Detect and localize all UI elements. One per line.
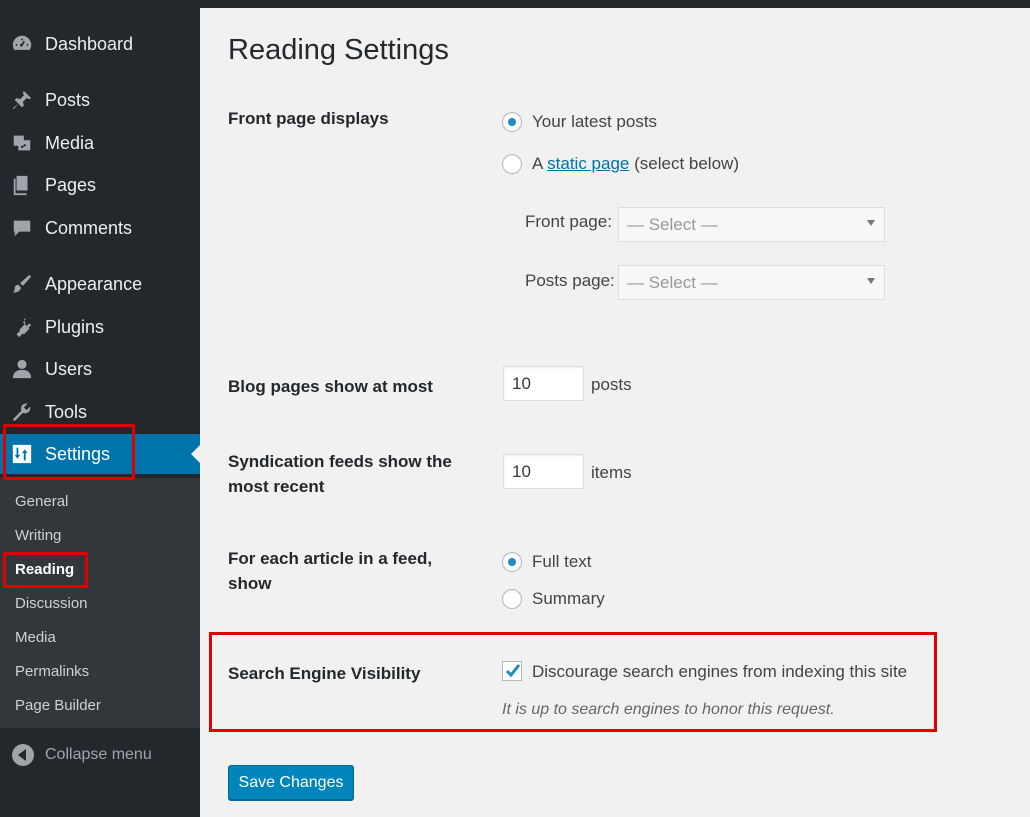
collapse-icon <box>12 744 34 766</box>
sidebar-item-posts[interactable]: Posts <box>0 80 200 120</box>
sidebar-item-users[interactable]: Users <box>0 349 200 389</box>
static-suffix: (select below) <box>634 154 739 173</box>
collapse-menu-label: Collapse menu <box>45 746 152 763</box>
submenu-item-media[interactable]: Media <box>15 628 56 648</box>
static-page-link[interactable]: static page <box>547 154 629 173</box>
sidebar-item-dashboard[interactable]: Dashboard <box>0 24 200 64</box>
radio-latest-posts[interactable] <box>502 112 522 132</box>
pin-icon <box>10 88 34 112</box>
search-engine-description: It is up to search engines to honor this… <box>502 701 835 718</box>
posts-page-select[interactable]: — Select — <box>618 265 885 300</box>
user-icon <box>10 357 34 381</box>
admin-bar-strip <box>200 0 1030 8</box>
submenu-item-general[interactable]: General <box>15 492 68 512</box>
sidebar-item-comments[interactable]: Comments <box>0 208 200 248</box>
chevron-down-icon <box>867 278 875 284</box>
chevron-down-icon <box>867 220 875 226</box>
sidebar-item-tools[interactable]: Tools <box>0 392 200 432</box>
front-page-select-label: Front page: <box>525 212 612 231</box>
sidebar-item-label: Appearance <box>45 273 143 294</box>
static-prefix: A <box>532 154 543 173</box>
sidebar-item-label: Plugins <box>45 316 105 337</box>
blog-pages-label: Blog pages show at most <box>228 377 433 396</box>
sidebar-item-media[interactable]: Media <box>0 123 200 163</box>
wrench-icon <box>10 400 34 424</box>
sidebar-item-label: Media <box>45 132 95 153</box>
sidebar-item-appearance[interactable]: Appearance <box>0 264 200 304</box>
sidebar-item-label: Dashboard <box>45 33 134 54</box>
sidebar-item-settings[interactable]: Settings <box>0 434 200 474</box>
syndication-label: Syndication feeds show the most recent <box>228 452 452 496</box>
page-title: Reading Settings <box>228 34 449 66</box>
sidebar-item-label: Posts <box>45 89 91 110</box>
current-menu-arrow <box>191 445 200 463</box>
radio-full-text-label[interactable]: Full text <box>532 551 592 573</box>
sidebar-item-label: Settings <box>45 443 111 464</box>
comment-icon <box>10 216 34 240</box>
brush-icon <box>10 272 34 296</box>
sidebar-item-pages[interactable]: Pages <box>0 165 200 205</box>
discourage-search-checkbox[interactable] <box>502 661 522 681</box>
sidebar-item-label: Pages <box>45 174 97 195</box>
sidebar-item-label: Users <box>45 358 93 379</box>
posts-page-select-label: Posts page: <box>525 271 615 290</box>
sidebar-item-label: Tools <box>45 401 88 422</box>
checkmark-icon <box>505 664 521 678</box>
radio-summary[interactable] <box>502 589 522 609</box>
syndication-unit: items <box>591 463 632 482</box>
radio-static-page-label[interactable]: A static page (select below) <box>532 153 739 175</box>
front-page-displays-label: Front page displays <box>228 109 389 128</box>
radio-static-page[interactable] <box>502 154 522 174</box>
admin-sidebar: Dashboard Posts Media Pages Comments App… <box>0 0 1030 817</box>
blog-pages-unit: posts <box>591 375 632 394</box>
posts-page-select-value: — Select — <box>627 272 718 292</box>
dashboard-icon <box>10 32 34 56</box>
front-page-select[interactable]: — Select — <box>618 207 885 242</box>
radio-full-text[interactable] <box>502 552 522 572</box>
radio-summary-label[interactable]: Summary <box>532 588 605 610</box>
discourage-search-label[interactable]: Discourage search engines from indexing … <box>532 661 907 683</box>
sidebar-item-label: Comments <box>45 217 133 238</box>
feed-article-label: For each article in a feed, show <box>228 549 433 593</box>
sidebar-item-plugins[interactable]: Plugins <box>0 307 200 347</box>
save-changes-button[interactable]: Save Changes <box>228 765 354 800</box>
settings-icon <box>10 442 34 466</box>
media-icon <box>10 131 34 155</box>
search-engine-visibility-label: Search Engine Visibility <box>228 664 421 683</box>
submenu-item-reading[interactable]: Reading <box>15 560 74 580</box>
pages-icon <box>10 173 34 197</box>
submenu-item-discussion[interactable]: Discussion <box>15 594 88 614</box>
submenu-item-page-builder[interactable]: Page Builder <box>15 696 101 716</box>
blog-pages-input[interactable]: 10 <box>503 366 584 401</box>
submenu-item-writing[interactable]: Writing <box>15 526 61 546</box>
front-page-select-value: — Select — <box>627 214 718 234</box>
syndication-input[interactable]: 10 <box>503 454 584 489</box>
radio-latest-posts-label[interactable]: Your latest posts <box>532 111 657 133</box>
submenu-item-permalinks[interactable]: Permalinks <box>15 662 89 682</box>
plug-icon <box>10 315 34 339</box>
collapse-menu-button[interactable]: Collapse menu <box>0 738 200 772</box>
